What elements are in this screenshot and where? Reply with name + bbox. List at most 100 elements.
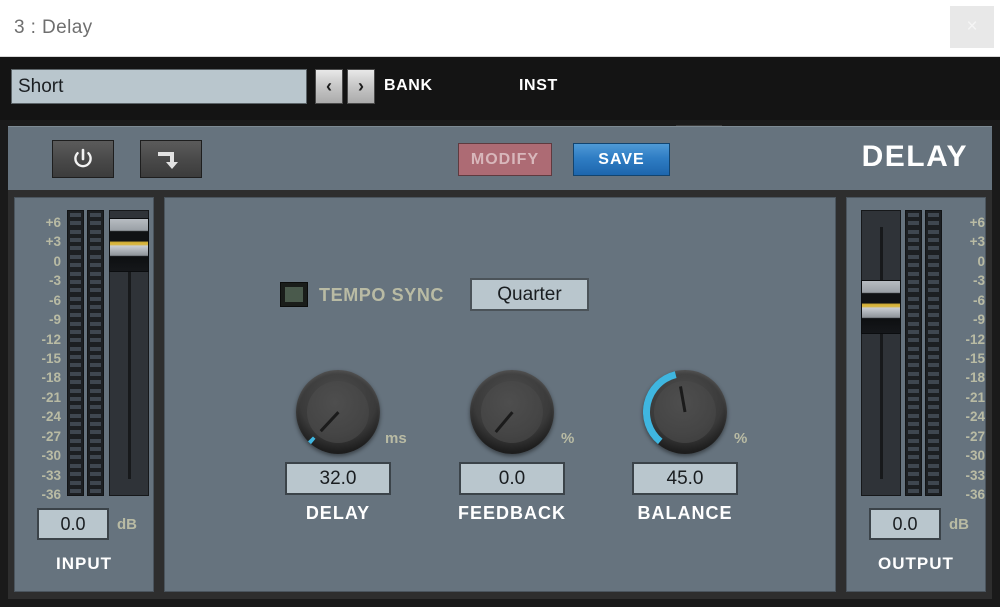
meter-segment xyxy=(908,338,919,343)
meter-segment xyxy=(908,396,919,401)
tempo-sync-toggle[interactable] xyxy=(280,282,308,307)
meter-segment xyxy=(928,388,939,393)
meter-segment xyxy=(90,380,101,385)
meter-segment xyxy=(908,463,919,468)
meter-segment xyxy=(908,229,919,234)
delay-controls-panel: TEMPO SYNC Quarter ms 32.0 DELAY % 0.0 F… xyxy=(164,197,836,592)
meter-segment xyxy=(928,430,939,435)
meter-segment xyxy=(70,447,81,452)
output-gain-readout[interactable]: 0.0 xyxy=(869,508,941,540)
meter-segment xyxy=(908,221,919,226)
plugin-title: DELAY xyxy=(861,140,968,173)
feedback-knob[interactable] xyxy=(470,370,554,454)
scale-tick: 0 xyxy=(977,253,985,269)
balance-unit: % xyxy=(734,430,748,447)
meter-segment xyxy=(928,405,939,410)
meter-segment xyxy=(928,413,939,418)
meter-segment xyxy=(90,447,101,452)
preset-toolbar: ‹ › BANK INST xyxy=(0,57,1000,162)
power-button[interactable] xyxy=(52,140,114,178)
balance-knob[interactable] xyxy=(643,370,727,454)
meter-segment xyxy=(908,279,919,284)
meter-segment xyxy=(928,271,939,276)
meter-segment xyxy=(90,396,101,401)
routing-button[interactable] xyxy=(140,140,202,178)
delay-value-field[interactable]: 32.0 xyxy=(285,462,391,495)
meter-segment xyxy=(908,321,919,326)
meter-segment xyxy=(90,488,101,493)
scale-tick: -6 xyxy=(48,292,61,308)
scale-tick: -24 xyxy=(965,409,985,425)
feedback-knob-group: % 0.0 FEEDBACK xyxy=(437,370,587,523)
inst-label: INST xyxy=(519,77,558,94)
close-icon[interactable]: × xyxy=(950,6,994,48)
meter-segment xyxy=(70,288,81,293)
meter-segment xyxy=(928,472,939,477)
preset-next-button[interactable]: › xyxy=(347,69,375,104)
meter-segment xyxy=(908,213,919,217)
meter-segment xyxy=(90,421,101,426)
meter-segment xyxy=(90,430,101,435)
meter-segment xyxy=(90,330,101,335)
feedback-unit: % xyxy=(561,430,575,447)
scale-tick: -3 xyxy=(48,273,61,289)
modify-button[interactable]: MODIFY xyxy=(458,143,552,176)
meter-segment xyxy=(70,472,81,477)
delay-knob[interactable] xyxy=(296,370,380,454)
meter-segment xyxy=(908,296,919,301)
preset-prev-button[interactable]: ‹ xyxy=(315,69,343,104)
meter-segment xyxy=(90,238,101,243)
balance-value-field[interactable]: 45.0 xyxy=(632,462,738,495)
meter-segment xyxy=(70,438,81,443)
output-fader[interactable] xyxy=(861,210,901,496)
meter-segment xyxy=(70,229,81,234)
meter-segment xyxy=(70,221,81,226)
scale-tick: -33 xyxy=(41,467,61,483)
meter-segment xyxy=(70,430,81,435)
scale-tick: +3 xyxy=(969,234,985,250)
feedback-knob-pointer xyxy=(494,411,513,433)
meter-segment xyxy=(90,288,101,293)
meter-segment xyxy=(928,380,939,385)
input-fader[interactable] xyxy=(109,210,149,496)
meter-segment xyxy=(70,263,81,268)
save-button[interactable]: SAVE xyxy=(573,143,670,176)
tempo-division-select[interactable]: Quarter xyxy=(470,278,589,311)
input-gain-readout[interactable]: 0.0 xyxy=(37,508,109,540)
meter-segment xyxy=(908,472,919,477)
meter-segment xyxy=(90,254,101,259)
output-fader-thumb[interactable] xyxy=(861,280,901,334)
scale-tick: -9 xyxy=(972,312,985,328)
meter-segment xyxy=(908,413,919,418)
output-gain-unit: dB xyxy=(949,516,969,533)
meter-segment xyxy=(928,288,939,293)
window-title: 3 : Delay xyxy=(14,17,93,38)
input-fader-thumb[interactable] xyxy=(109,218,149,272)
meter-segment xyxy=(908,438,919,443)
output-channel-label: OUTPUT xyxy=(878,554,954,573)
meter-segment xyxy=(70,371,81,376)
meter-segment xyxy=(70,396,81,401)
meter-segment xyxy=(70,388,81,393)
meter-segment xyxy=(908,313,919,318)
scale-tick: -33 xyxy=(965,467,985,483)
output-meter-scale: +6 +3 0 -3 -6 -9 -12 -15 -18 -21 -24 -27 -30 -33 -36 xyxy=(941,208,985,501)
input-meter-scale: +6 +3 0 -3 -6 -9 -12 -15 -18 -21 -24 -27 -30 -33 -36 xyxy=(17,208,61,501)
meter-segment xyxy=(70,480,81,485)
meter-segment xyxy=(908,355,919,360)
scale-tick: -12 xyxy=(41,331,61,347)
meter-segment xyxy=(90,438,101,443)
feedback-value-field[interactable]: 0.0 xyxy=(459,462,565,495)
meter-segment xyxy=(90,355,101,360)
power-icon xyxy=(74,148,92,168)
routing-arrow-icon xyxy=(158,152,178,169)
meter-segment xyxy=(90,279,101,284)
meter-segment xyxy=(908,480,919,485)
preset-name-input[interactable] xyxy=(11,69,307,104)
scale-tick: -21 xyxy=(41,389,61,405)
meter-segment xyxy=(908,447,919,452)
meter-segment xyxy=(928,396,939,401)
bank-label: BANK xyxy=(384,77,433,94)
scale-tick: -21 xyxy=(965,389,985,405)
meter-segment xyxy=(90,271,101,276)
